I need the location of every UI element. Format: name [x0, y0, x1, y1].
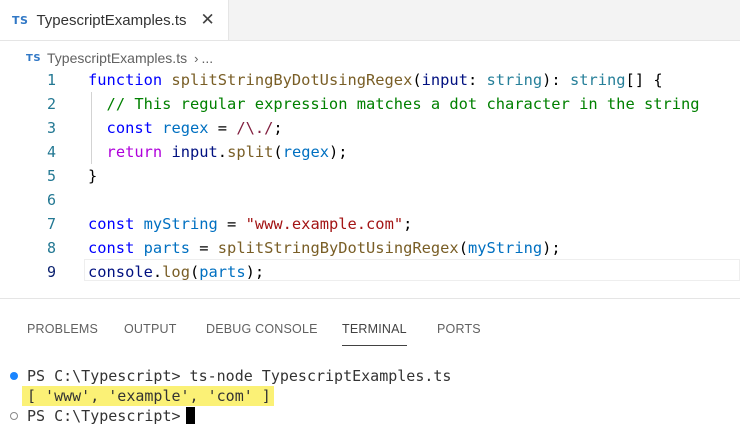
code-text: // This regular expression matches a dot…: [106, 95, 700, 113]
panel-tabs: PROBLEMS OUTPUT DEBUG CONSOLE TERMINAL P…: [0, 312, 740, 346]
code-line-9: 9 console.log(parts);: [0, 260, 740, 284]
code-line-4: 4 return input.split(regex);: [0, 140, 740, 164]
typescript-file-icon: TS: [26, 52, 42, 64]
typescript-file-icon: TS: [12, 13, 29, 27]
code-line-1: 1 function splitStringByDotUsingRegex(in…: [0, 68, 740, 92]
tab-output[interactable]: OUTPUT: [124, 312, 177, 346]
code-text: }: [88, 167, 98, 185]
close-icon[interactable]: ✕: [201, 10, 215, 30]
code-line-7: 7 const myString = "www.example.com";: [0, 212, 740, 236]
code-text: return input.split(regex);: [106, 143, 348, 161]
code-text: function splitStringByDotUsingRegex(inpu…: [88, 71, 663, 89]
chevron-right-icon: ›: [194, 50, 199, 66]
line-number: 6: [46, 191, 56, 209]
panel-divider: [0, 298, 740, 299]
line-number: 2: [46, 95, 56, 113]
breadcrumb: TS TypescriptExamples.ts › ...: [26, 47, 213, 69]
editor-tab-bar: TS TypescriptExamples.ts ✕: [0, 0, 740, 41]
tab-typescript-examples[interactable]: TS TypescriptExamples.ts ✕: [0, 0, 229, 40]
line-number: 3: [46, 119, 56, 137]
tab-problems[interactable]: PROBLEMS: [27, 312, 98, 346]
breadcrumb-file[interactable]: TypescriptExamples.ts: [47, 50, 187, 66]
line-number: 7: [46, 215, 56, 233]
terminal[interactable]: PS C:\Typescript> ts-node TypescriptExam…: [0, 364, 740, 438]
code-line-6: 6: [0, 188, 740, 212]
command-pending-icon[interactable]: [10, 412, 18, 420]
line-number: 4: [46, 143, 56, 161]
terminal-command: PS C:\Typescript> ts-node TypescriptExam…: [27, 367, 452, 385]
line-number: 5: [46, 167, 56, 185]
line-number: 1: [46, 71, 56, 89]
code-text: console.log(parts);: [88, 263, 265, 281]
command-success-icon[interactable]: [10, 372, 18, 380]
code-text: const myString = "www.example.com";: [88, 215, 413, 233]
code-line-3: 3 const regex = /\./;: [0, 116, 740, 140]
terminal-line: [ 'www', 'example', 'com' ]: [0, 386, 740, 406]
code-line-2: 2 // This regular expression matches a d…: [0, 92, 740, 116]
terminal-prompt: PS C:\Typescript>: [27, 406, 195, 426]
tab-label: TypescriptExamples.ts: [36, 11, 187, 29]
tab-debug-console[interactable]: DEBUG CONSOLE: [206, 312, 318, 346]
terminal-output: [ 'www', 'example', 'com' ]: [27, 387, 271, 405]
terminal-line: PS C:\Typescript>: [0, 406, 740, 426]
tab-terminal[interactable]: TERMINAL: [342, 312, 407, 346]
code-editor[interactable]: 1 function splitStringByDotUsingRegex(in…: [0, 68, 740, 296]
terminal-line: PS C:\Typescript> ts-node TypescriptExam…: [0, 366, 740, 386]
line-number: 9: [46, 263, 56, 281]
tab-ports[interactable]: PORTS: [437, 312, 481, 346]
terminal-cursor: [185, 407, 195, 424]
code-text: const regex = /\./;: [106, 119, 283, 137]
line-number: 8: [46, 239, 56, 257]
breadcrumb-symbol[interactable]: ...: [201, 50, 213, 66]
code-line-5: 5 }: [0, 164, 740, 188]
code-text: const parts = splitStringByDotUsingRegex…: [88, 239, 561, 257]
code-line-8: 8 const parts = splitStringByDotUsingReg…: [0, 236, 740, 260]
